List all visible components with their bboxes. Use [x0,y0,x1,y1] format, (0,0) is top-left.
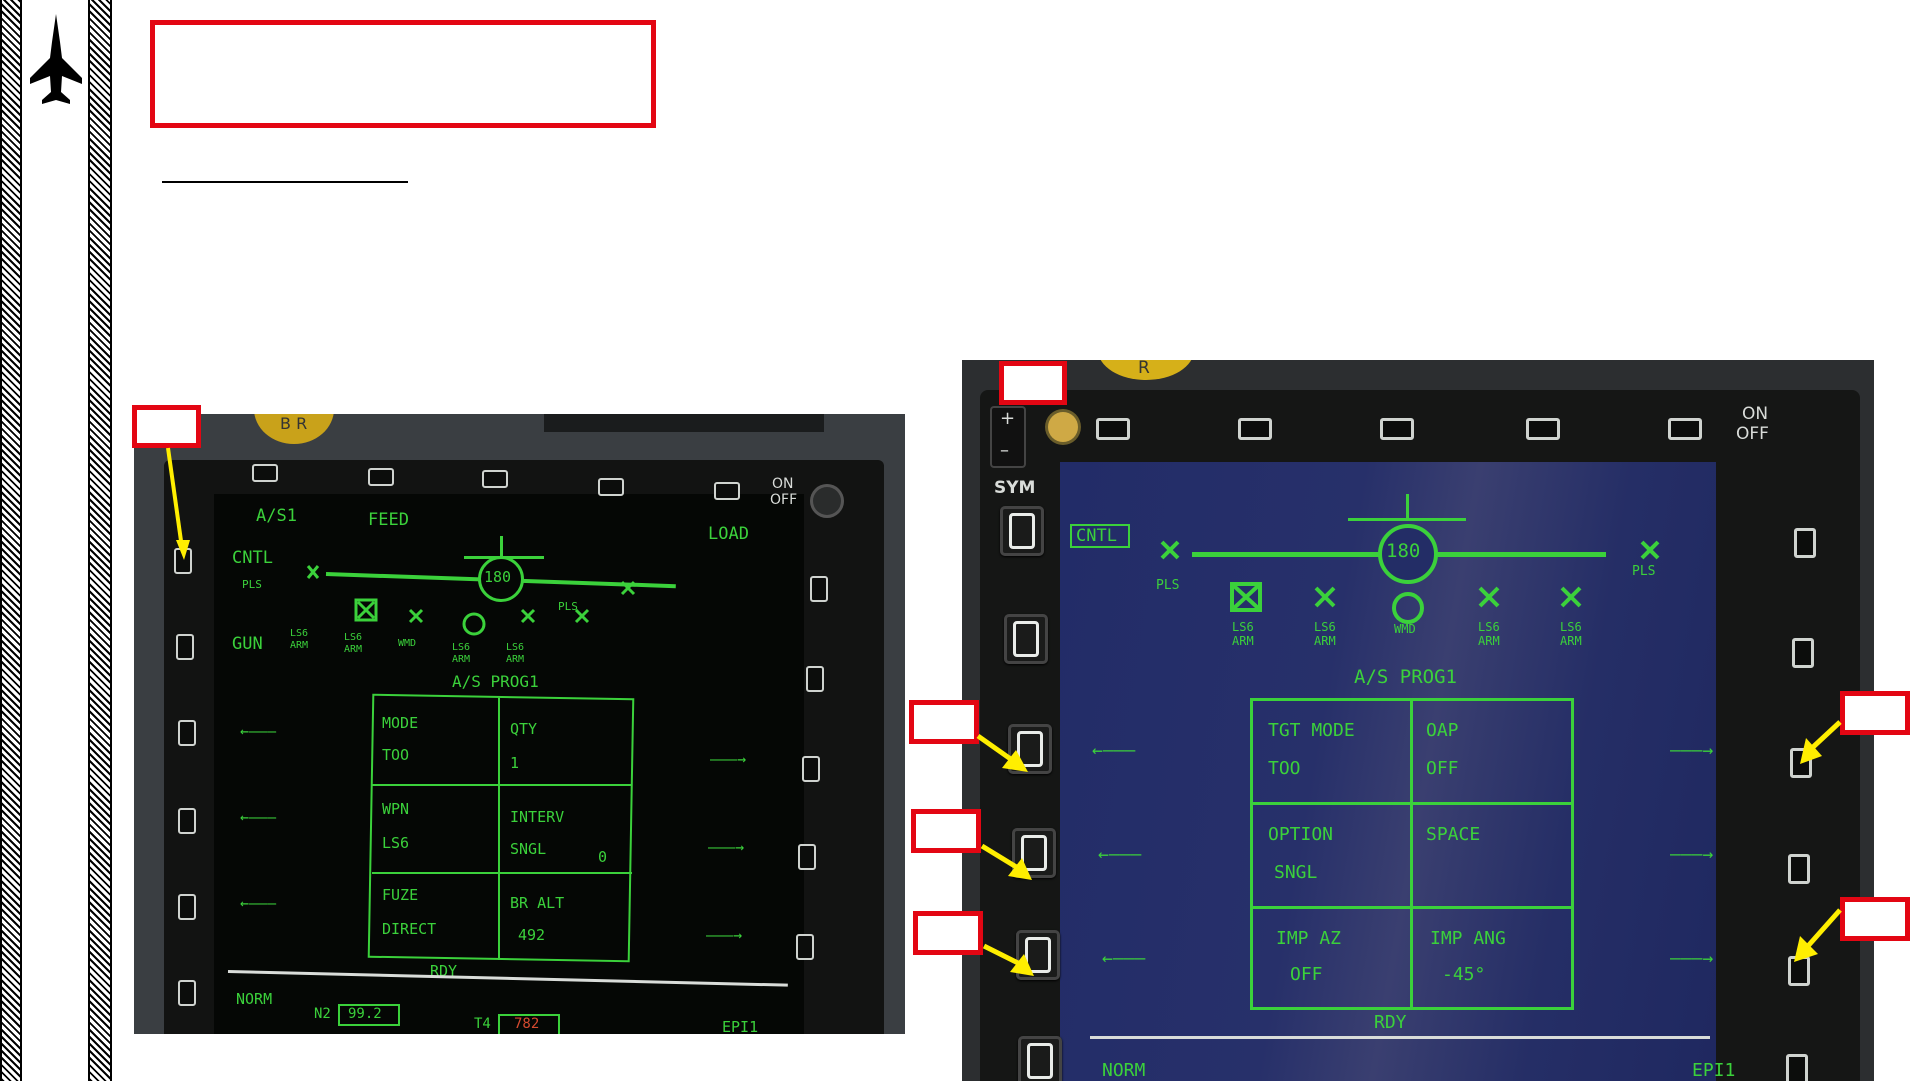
callout-arrows-right [976,720,1842,976]
